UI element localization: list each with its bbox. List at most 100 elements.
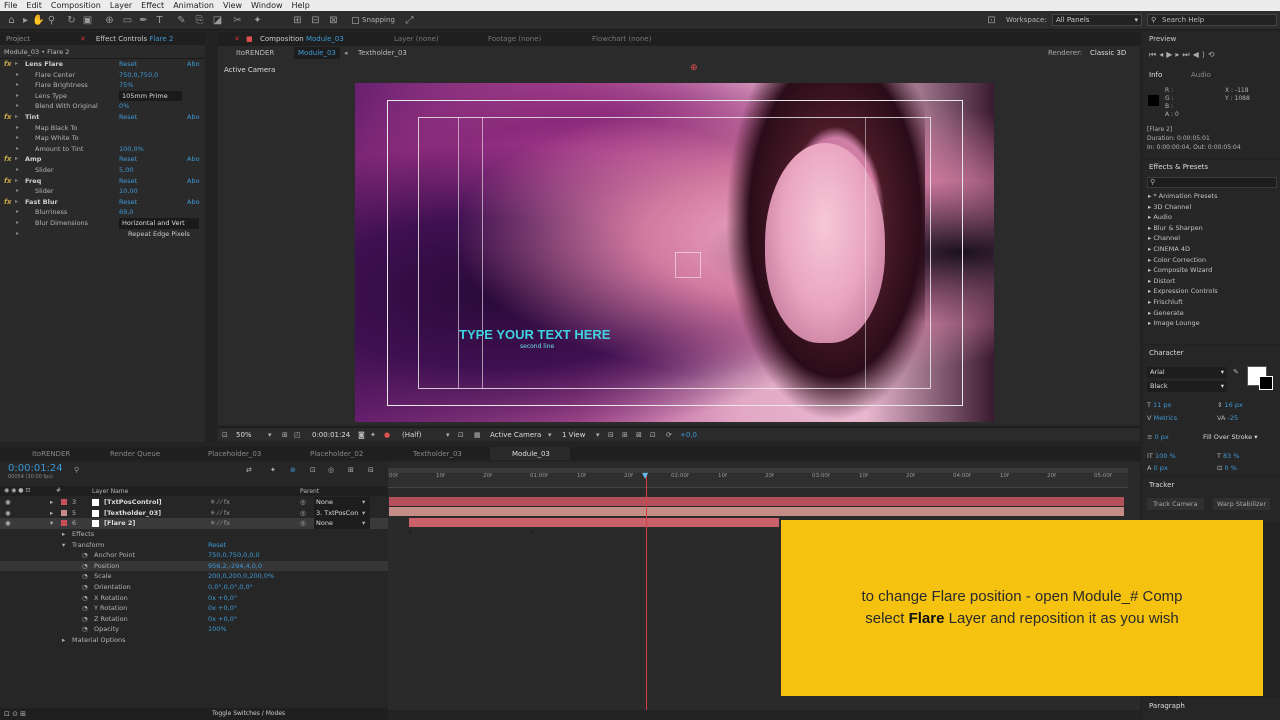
resolution-select[interactable]: (Half)	[402, 431, 421, 439]
expand-triangle-icon[interactable]: ▸	[62, 529, 65, 540]
stopwatch-icon[interactable]: ◔	[82, 582, 88, 593]
baseline-field[interactable]: A 0 px	[1147, 464, 1168, 472]
expand-triangle-icon[interactable]: ▾	[50, 518, 53, 529]
effects-category[interactable]: ▸ Composite Wizard	[1148, 266, 1212, 274]
tl-tab-placeholder-03[interactable]: Placeholder_03	[208, 450, 261, 458]
property-row[interactable]: ◔ Opacity 100%	[0, 624, 388, 635]
expand-triangle-icon[interactable]: ▸	[15, 154, 18, 165]
fx-icon[interactable]: fx	[4, 112, 12, 123]
effects-category[interactable]: ▸ CINEMA 4D	[1148, 245, 1190, 253]
effect-param-row[interactable]: ▸ Slider 5,00	[0, 165, 205, 176]
track-camera-button[interactable]: Track Camera	[1147, 498, 1204, 510]
time-ruler[interactable]	[388, 474, 1128, 488]
tl-tab-module-03[interactable]: Module_03	[512, 450, 550, 458]
stopwatch-icon[interactable]: ◔	[82, 561, 88, 572]
parent-pickwhip-icon[interactable]: ◎	[300, 518, 306, 529]
tl-tab-placeholder-02[interactable]: Placeholder_02	[310, 450, 363, 458]
warp-stabilizer-button[interactable]: Warp Stabilizer	[1213, 498, 1271, 510]
param-value[interactable]: Reset	[119, 112, 137, 123]
expand-triangle-icon[interactable]: ▸	[50, 508, 53, 519]
track-txtposcontrol[interactable]	[389, 497, 1124, 506]
switches[interactable]: ✳ ⁄ ⁄ fx	[210, 508, 230, 519]
expand-triangle-icon[interactable]: ▸	[16, 218, 19, 229]
property-row[interactable]: ◔ Position 956,2,-294,4,0,0	[0, 560, 388, 572]
hand-tool-icon[interactable]: ✋	[32, 15, 44, 26]
camera-tool-icon[interactable]: ▣	[82, 15, 93, 26]
expand-triangle-icon[interactable]: ▸	[15, 112, 18, 123]
parent-pickwhip-icon[interactable]: ◎	[300, 508, 306, 519]
property-row[interactable]: ◔ X Rotation 0x +0,0°	[0, 593, 388, 604]
label-color[interactable]	[61, 520, 67, 527]
flare-center-icon[interactable]: ⊕	[690, 63, 698, 73]
renderer-value[interactable]: Classic 3D	[1090, 49, 1126, 57]
ec-scrollbar[interactable]	[205, 32, 214, 442]
shy-icon[interactable]: ⊛	[290, 466, 296, 474]
effect-param-row[interactable]: ▸ Map Black To	[0, 123, 205, 134]
col-layer-name[interactable]: Layer Name	[92, 488, 128, 495]
lock-icon[interactable]: ■	[246, 35, 253, 43]
tsume-field[interactable]: ⊡ 0 %	[1217, 464, 1237, 472]
property-row[interactable]: ◔ Y Rotation 0x +0,0°	[0, 603, 388, 614]
timeline-search-icon[interactable]: ⚲	[74, 466, 79, 474]
pen-tool-icon[interactable]: ✒	[138, 15, 149, 26]
effect-param-row[interactable]: ▸ Blurriness 69,0	[0, 207, 205, 218]
snapping-checkbox[interactable]	[352, 17, 359, 24]
property-row[interactable]: ◔ Anchor Point 750,0,750,0,0,0	[0, 550, 388, 561]
menu-animation[interactable]: Animation	[173, 1, 214, 10]
show-snapshot-icon[interactable]: ✦	[370, 431, 376, 439]
region-icon[interactable]: ⊡	[222, 431, 228, 439]
effect-param-row[interactable]: ▸ Flare Brightness 75%	[0, 80, 205, 91]
leading-field[interactable]: ⇕ 16 px	[1217, 401, 1243, 409]
property-value[interactable]: 0,0°,0,0°,0,0°	[208, 582, 253, 593]
property-row[interactable]: ◔ Orientation 0,0°,0,0°,0,0°	[0, 582, 388, 593]
col-parent[interactable]: Parent	[300, 488, 319, 495]
expand-triangle-icon[interactable]: ▸	[16, 80, 19, 91]
zoom-tool-icon[interactable]: ⚲	[46, 15, 57, 26]
view-select[interactable]: Active Camera	[490, 431, 541, 439]
motion-blur-icon[interactable]: ◎	[328, 466, 334, 474]
property-row[interactable]: ▾ Transform Reset	[0, 540, 388, 551]
rotate-tool-icon[interactable]: ↻	[66, 15, 77, 26]
param-value[interactable]: Reset	[119, 197, 137, 208]
tracking-field[interactable]: VA -25	[1217, 414, 1238, 422]
track-textholder[interactable]	[389, 507, 1124, 516]
subtab-module[interactable]: Module_03	[294, 47, 340, 59]
playhead-handle-icon[interactable]: ▼	[642, 471, 648, 480]
mask-icon[interactable]: ◰	[294, 431, 301, 439]
pan-behind-tool-icon[interactable]: ⊕	[104, 15, 115, 26]
zoom-select[interactable]: 50%	[236, 431, 252, 439]
menu-layer[interactable]: Layer	[110, 1, 132, 10]
property-value[interactable]: 750,0,750,0,0,0	[208, 550, 260, 561]
layer-name[interactable]: [Flare 2]	[104, 518, 135, 529]
effect-param-row[interactable]: ▸ Blur Dimensions Horizontal and Vert	[0, 218, 205, 229]
views-select[interactable]: 1 View	[562, 431, 585, 439]
param-value[interactable]: 105mm Prime	[119, 90, 182, 102]
comp-mini-icon[interactable]: ⇄	[246, 466, 252, 474]
exposure-reset-icon[interactable]: ⟳	[666, 431, 672, 439]
layer-name[interactable]: [TxtPosControl]	[104, 497, 162, 508]
stroke-type-select[interactable]: Fill Over Stroke ▾	[1203, 433, 1258, 441]
property-value[interactable]: 100%	[208, 624, 227, 635]
property-row[interactable]: ◔ Scale 200,0,200,0,200,0%	[0, 571, 388, 582]
param-value[interactable]: Reset	[119, 154, 137, 165]
effect-header-row[interactable]: fx ▸ Fast Blur Reset Abo	[0, 197, 205, 208]
tl-tab-textholder-03[interactable]: Textholder_03	[413, 450, 462, 458]
effect-param-row[interactable]: ▸ Flare Center 750,0,750,0	[0, 70, 205, 81]
param-value[interactable]: 750,0,750,0	[119, 70, 158, 81]
expand-triangle-icon[interactable]: ▸	[62, 635, 65, 646]
param-value[interactable]: Reset	[119, 59, 137, 70]
effects-category[interactable]: ▸ 3D Channel	[1148, 203, 1191, 211]
expand-triangle-icon[interactable]: ▸	[15, 197, 18, 208]
about-link[interactable]: Abo	[187, 176, 200, 187]
effects-category[interactable]: ▸ * Animation Presets	[1148, 192, 1218, 200]
tab-layer[interactable]: Layer (none)	[394, 35, 439, 43]
stopwatch-icon[interactable]: ◔	[82, 614, 88, 625]
exposure-value[interactable]: +0,0	[680, 431, 697, 439]
font-family-select[interactable]: Arial ▾	[1147, 367, 1227, 378]
param-value[interactable]: 10,00	[119, 186, 138, 197]
keyframe-icon[interactable]: ◆	[408, 528, 413, 535]
graph-editor-icon[interactable]: ⊞	[348, 466, 354, 474]
effects-category[interactable]: ▸ Blur & Sharpen	[1148, 224, 1203, 232]
fx-icon[interactable]: fx	[4, 59, 12, 70]
rectangle-tool-icon[interactable]: ▭	[122, 15, 133, 26]
